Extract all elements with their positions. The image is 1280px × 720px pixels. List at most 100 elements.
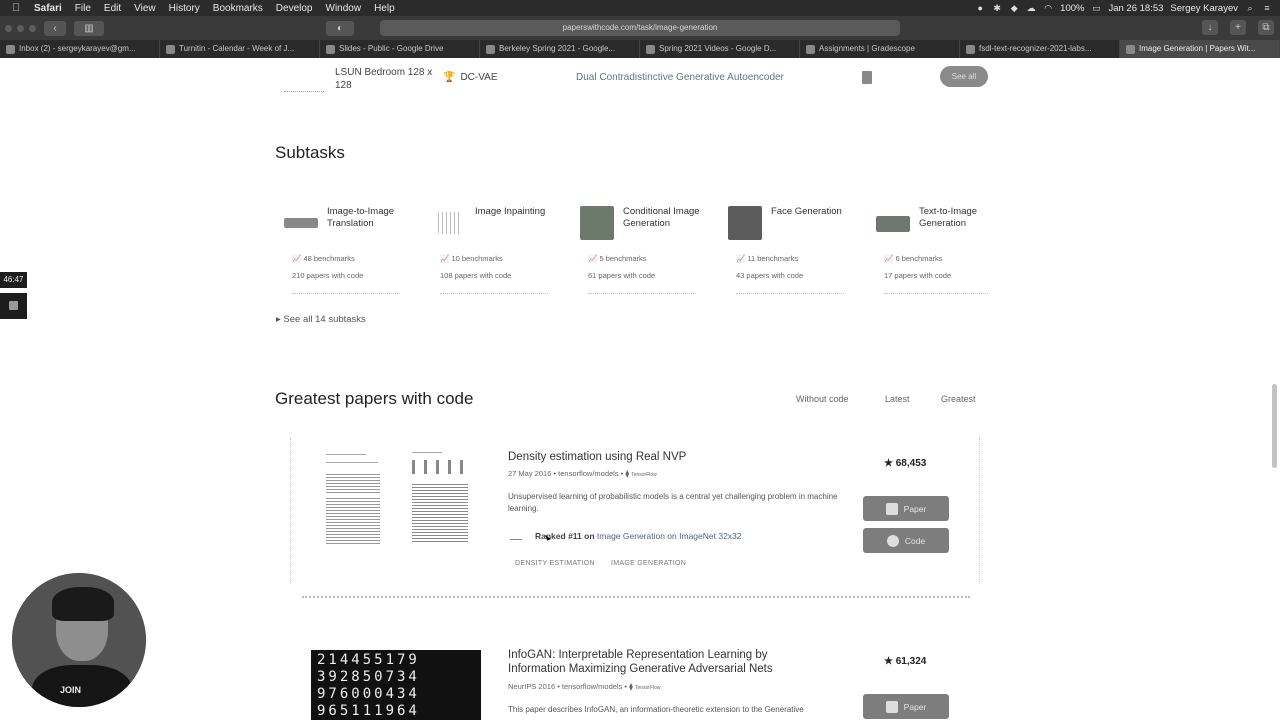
subtask-benchmarks: 📈 10 benchmarks xyxy=(440,254,503,263)
minimize-window-button[interactable] xyxy=(17,24,24,32)
menu-develop[interactable]: Develop xyxy=(276,3,313,14)
tab-gradescope[interactable]: Assignments | Gradescope xyxy=(800,40,960,58)
tab-slides[interactable]: Slides - Public - Google Drive xyxy=(320,40,480,58)
tab-overview-button[interactable]: ⧉ xyxy=(1258,20,1274,35)
divider xyxy=(440,293,548,294)
filter-greatest[interactable]: Greatest xyxy=(941,394,976,404)
menu-safari[interactable]: Safari xyxy=(34,3,62,14)
paper-page-thumbnail[interactable] xyxy=(322,450,382,552)
paper-date-repo[interactable]: NeurIPS 2016 • tensorflow/models • xyxy=(508,682,627,691)
subtask-benchmarks: 📈 5 benchmarks xyxy=(588,254,647,263)
tab-label: Berkeley Spring 2021 - Google... xyxy=(499,44,616,53)
paper-button[interactable]: Paper xyxy=(863,694,949,719)
back-button[interactable]: ‹ xyxy=(44,20,66,36)
tag-image-generation[interactable]: IMAGE GENERATION xyxy=(611,560,686,567)
browser-toolbar: ‹ ▥ ◐ paperswithcode.com/task/image-gene… xyxy=(0,16,1280,40)
cloud-icon[interactable]: ☁ xyxy=(1026,3,1036,13)
tab-github[interactable]: fsdl-text-recognizer-2021-labs... xyxy=(960,40,1120,58)
tab-videos[interactable]: Spring 2021 Videos - Google D... xyxy=(640,40,800,58)
paper-page-thumbnail[interactable] xyxy=(410,450,470,552)
pdf-icon[interactable] xyxy=(862,71,872,84)
subtask-name[interactable]: Face Generation xyxy=(771,206,851,218)
paper-title[interactable]: InfoGAN: Interpretable Representation Le… xyxy=(508,648,808,676)
menu-view[interactable]: View xyxy=(134,3,156,14)
paper-title[interactable]: Density estimation using Real NVP xyxy=(508,450,686,464)
rank-prefix: Ranked #11 on xyxy=(535,531,595,541)
stop-recording-button[interactable] xyxy=(0,293,27,319)
star-count: ★ 68,453 xyxy=(884,458,927,469)
gear-icon[interactable]: ✱ xyxy=(992,3,1002,13)
zoom-window-button[interactable] xyxy=(29,24,36,32)
download-icon[interactable]: ↓ xyxy=(1202,20,1218,35)
document-icon xyxy=(885,700,898,713)
control-center-icon[interactable]: ≡ xyxy=(1262,3,1272,13)
presenter-hair xyxy=(52,587,114,621)
subtask-papers: 210 papers with code xyxy=(292,271,364,280)
menu-help[interactable]: Help xyxy=(374,3,395,14)
user-name[interactable]: Sergey Karayev xyxy=(1170,3,1238,14)
wifi-icon[interactable]: ◠ xyxy=(1043,3,1053,13)
mnist-row: 392850734 xyxy=(317,669,420,685)
filter-latest[interactable]: Latest xyxy=(885,394,910,404)
menu-window[interactable]: Window xyxy=(326,3,362,14)
stop-icon xyxy=(9,301,18,310)
search-icon[interactable]: ⌕ xyxy=(1245,3,1255,13)
paper-title-link[interactable]: Dual Contradistinctive Generative Autoen… xyxy=(576,72,784,83)
tab-inbox[interactable]: Inbox (2) - sergeykarayev@gm... xyxy=(0,40,160,58)
tensorflow-icon: ⧫ xyxy=(629,682,633,691)
menu-bookmarks[interactable]: Bookmarks xyxy=(213,3,263,14)
subtask-image-to-image[interactable]: Image-to-Image Translation 📈 48 benchmar… xyxy=(284,206,402,300)
dataset-name[interactable]: LSUN Bedroom 128 x 128 xyxy=(335,66,435,92)
subtask-benchmarks: 📈 6 benchmarks xyxy=(884,254,943,263)
shield-icon[interactable]: ◐ xyxy=(326,20,354,36)
subtask-text-to-image[interactable]: Text-to-Image Generation 📈 6 benchmarks … xyxy=(876,206,988,300)
paper-date-repo[interactable]: 27 May 2016 • tensorflow/models • xyxy=(508,469,623,478)
paper-button[interactable]: Paper xyxy=(863,496,949,521)
subtask-name[interactable]: Text-to-Image Generation xyxy=(919,206,989,230)
tab-turnitin[interactable]: Turnitin - Calendar - Week of J... xyxy=(160,40,320,58)
paper-abstract: Unsupervised learning of probabilistic m… xyxy=(508,492,838,513)
rank-task[interactable]: Image Generation on ImageNet 32x32 xyxy=(597,531,742,541)
divider xyxy=(736,293,844,294)
datetime[interactable]: Jan 26 18:53 xyxy=(1108,3,1163,14)
tab-image-generation[interactable]: Image Generation | Papers Wit... xyxy=(1120,40,1280,58)
apple-menu-icon[interactable]:  xyxy=(12,2,24,14)
paper-rank[interactable]: Ranked #11 on Image Generation on ImageN… xyxy=(535,531,742,541)
sidebar-toggle-button[interactable]: ▥ xyxy=(74,20,104,36)
subtask-name[interactable]: Conditional Image Generation xyxy=(623,206,703,230)
subtask-papers: 61 papers with code xyxy=(588,271,656,280)
menu-history[interactable]: History xyxy=(169,3,200,14)
subtasks-heading: Subtasks xyxy=(275,143,345,162)
greatest-heading: Greatest papers with code xyxy=(275,389,474,408)
mnist-thumbnail[interactable]: 214455179 392850734 976000434 965111964 xyxy=(311,650,481,720)
code-button[interactable]: Code xyxy=(863,528,949,553)
gmail-icon xyxy=(6,44,15,54)
battery-icon[interactable]: ▭ xyxy=(1091,3,1101,13)
record-icon[interactable]: ● xyxy=(975,3,985,13)
tag-density-estimation[interactable]: DENSITY ESTIMATION xyxy=(515,560,595,567)
menu-file[interactable]: File xyxy=(75,3,91,14)
dropbox-icon[interactable]: ◆ xyxy=(1009,3,1019,13)
tab-berkeley[interactable]: Berkeley Spring 2021 - Google... xyxy=(480,40,640,58)
framework-label: TensorFlow xyxy=(631,472,657,478)
new-tab-button[interactable]: + xyxy=(1230,20,1246,35)
subtask-name[interactable]: Image-to-Image Translation xyxy=(327,206,407,230)
dataset-thumbnail xyxy=(284,70,324,92)
model-name[interactable]: DC-VAE xyxy=(460,72,497,83)
page-scrollbar[interactable] xyxy=(1272,384,1277,468)
pwc-icon xyxy=(1126,44,1135,54)
drive-icon xyxy=(326,44,335,54)
see-all-button[interactable]: See all xyxy=(940,66,988,87)
filter-without-code[interactable]: Without code xyxy=(796,394,849,404)
subtask-name[interactable]: Image Inpainting xyxy=(475,206,555,218)
subtask-papers: 43 papers with code xyxy=(736,271,804,280)
close-window-button[interactable] xyxy=(5,24,12,32)
subtask-inpainting[interactable]: Image Inpainting 📈 10 benchmarks 108 pap… xyxy=(432,206,550,300)
address-bar[interactable]: paperswithcode.com/task/image-generation xyxy=(380,20,900,36)
menu-edit[interactable]: Edit xyxy=(104,3,121,14)
subtask-face-generation[interactable]: Face Generation 📈 11 benchmarks 43 paper… xyxy=(728,206,846,300)
see-all-subtasks-link[interactable]: ▸ See all 14 subtasks xyxy=(276,314,366,325)
github-icon xyxy=(886,534,899,547)
subtask-conditional[interactable]: Conditional Image Generation 📈 5 benchma… xyxy=(580,206,700,300)
status-area: ● ✱ ◆ ☁ ◠ 100% ▭ Jan 26 18:53 Sergey Kar… xyxy=(975,0,1272,16)
